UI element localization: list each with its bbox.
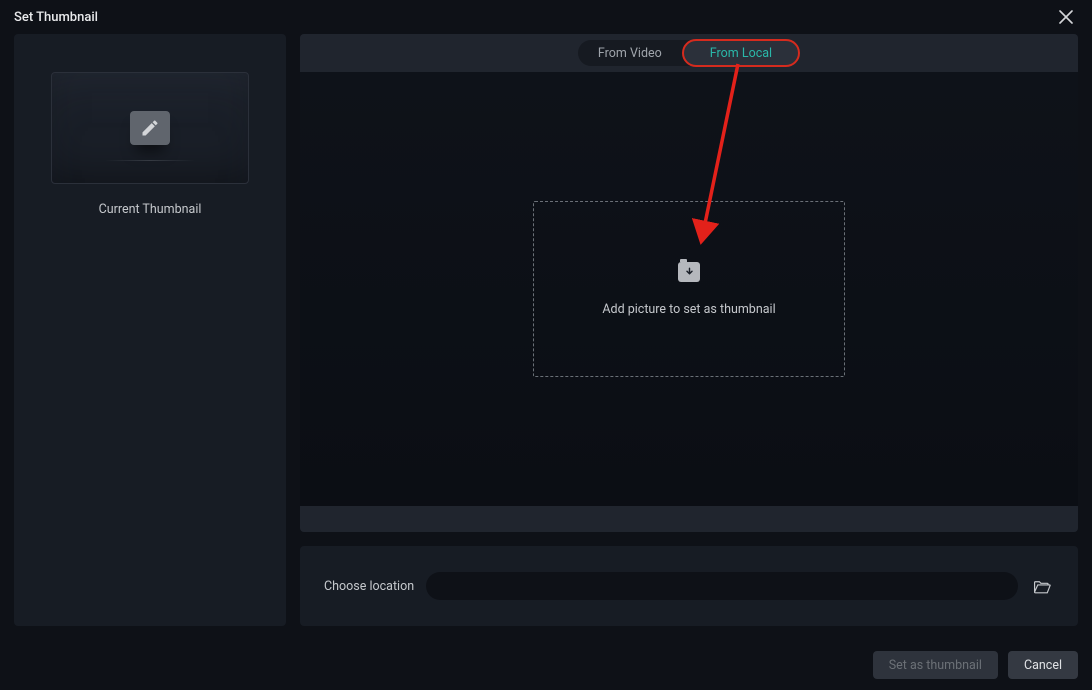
close-icon (1059, 10, 1073, 24)
source-tabs-pill: From Video From Local (578, 40, 800, 66)
dropzone-hint: Add picture to set as thumbnail (602, 302, 775, 317)
content-area: From Video From Local Add picture to set… (300, 34, 1078, 532)
viewer-footer-strip (300, 506, 1078, 532)
folder-download-icon (678, 262, 700, 282)
set-as-thumbnail-button[interactable]: Set as thumbnail (873, 651, 998, 679)
dialog-body: Current Thumbnail From Video From Local (0, 34, 1092, 640)
dialog-titlebar: Set Thumbnail (0, 0, 1092, 34)
location-input[interactable] (426, 572, 1018, 600)
close-button[interactable] (1054, 5, 1078, 29)
choose-location-label: Choose location (324, 579, 414, 594)
cancel-button[interactable]: Cancel (1008, 651, 1078, 679)
tab-from-video[interactable]: From Video (578, 40, 682, 66)
dialog-title: Set Thumbnail (14, 10, 98, 25)
choose-location-panel: Choose location (300, 546, 1078, 626)
current-thumbnail-label: Current Thumbnail (99, 202, 202, 217)
dialog-footer: Set as thumbnail Cancel (0, 640, 1092, 690)
folder-open-icon (1033, 578, 1052, 595)
edit-thumbnail-icon-box (130, 111, 170, 145)
thumbnail-sidebar: Current Thumbnail (14, 34, 286, 626)
set-thumbnail-dialog: Set Thumbnail Current Thumbnail (0, 0, 1092, 690)
reflection-decoration (105, 160, 195, 161)
main-panel: From Video From Local Add picture to set… (300, 34, 1078, 626)
source-tabs-bar: From Video From Local (300, 34, 1078, 72)
pencil-icon (140, 118, 160, 138)
tab-from-local[interactable]: From Local (682, 39, 800, 67)
browse-folder-button[interactable] (1030, 574, 1054, 598)
thumbnail-viewer: Add picture to set as thumbnail (300, 72, 1078, 506)
current-thumbnail-preview[interactable] (51, 72, 249, 184)
add-picture-dropzone[interactable]: Add picture to set as thumbnail (533, 201, 845, 377)
